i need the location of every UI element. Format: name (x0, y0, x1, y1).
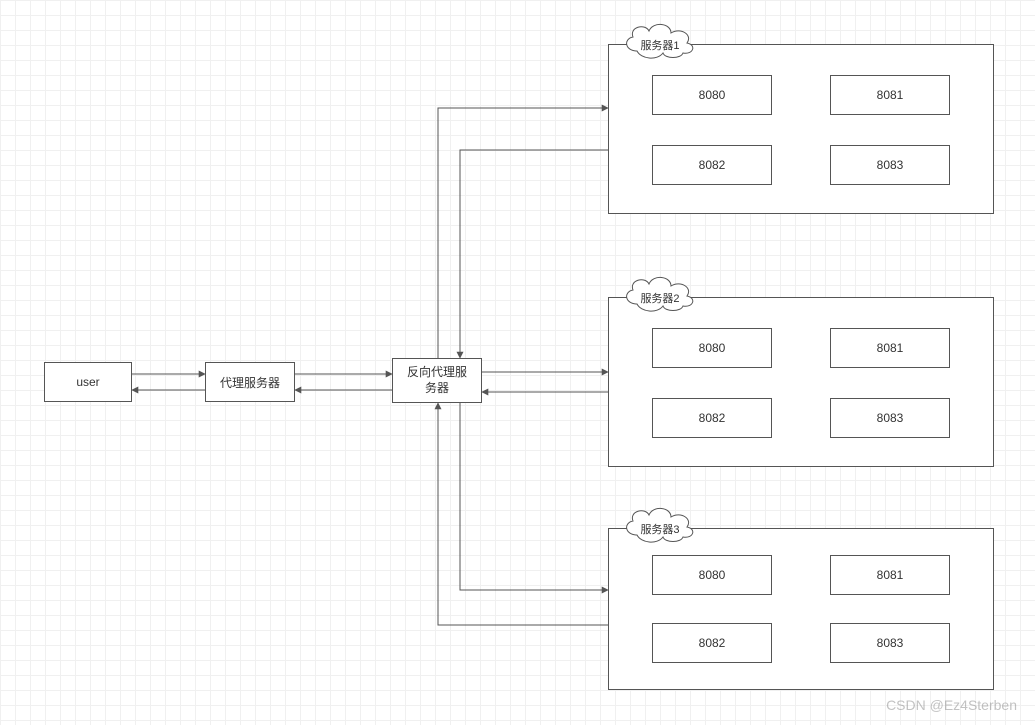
server-group-1: 8080 8081 8082 8083 (608, 44, 994, 214)
port-label: 8082 (699, 158, 726, 172)
server-group-2: 8080 8081 8082 8083 (608, 297, 994, 467)
user-label: user (76, 375, 99, 389)
port-label: 8080 (699, 341, 726, 355)
reverse-proxy-node: 反向代理服 务器 (392, 358, 482, 403)
port-box: 8083 (830, 398, 950, 438)
port-label: 8081 (877, 341, 904, 355)
port-box: 8080 (652, 555, 772, 595)
port-label: 8082 (699, 636, 726, 650)
proxy-node: 代理服务器 (205, 362, 295, 402)
port-label: 8081 (877, 568, 904, 582)
cloud-text: 服务器2 (625, 290, 695, 306)
watermark: CSDN @Ez4Sterben (886, 697, 1017, 713)
port-box: 8082 (652, 145, 772, 185)
port-label: 8083 (877, 411, 904, 425)
port-box: 8083 (830, 623, 950, 663)
port-box: 8082 (652, 623, 772, 663)
port-box: 8081 (830, 328, 950, 368)
user-node: user (44, 362, 132, 402)
port-label: 8082 (699, 411, 726, 425)
cloud-text: 服务器1 (625, 37, 695, 53)
cloud-text: 服务器3 (625, 521, 695, 537)
port-label: 8083 (877, 158, 904, 172)
port-box: 8080 (652, 75, 772, 115)
port-label: 8080 (699, 568, 726, 582)
port-box: 8081 (830, 555, 950, 595)
reverse-proxy-label: 反向代理服 务器 (407, 365, 467, 396)
port-label: 8080 (699, 88, 726, 102)
port-label: 8083 (877, 636, 904, 650)
cloud-label-3: 服务器3 (625, 519, 695, 535)
port-box: 8082 (652, 398, 772, 438)
port-box: 8083 (830, 145, 950, 185)
cloud-label-1: 服务器1 (625, 35, 695, 51)
proxy-label: 代理服务器 (220, 374, 280, 391)
server-group-3: 8080 8081 8082 8083 (608, 528, 994, 690)
port-box: 8081 (830, 75, 950, 115)
cloud-label-2: 服务器2 (625, 288, 695, 304)
port-label: 8081 (877, 88, 904, 102)
port-box: 8080 (652, 328, 772, 368)
